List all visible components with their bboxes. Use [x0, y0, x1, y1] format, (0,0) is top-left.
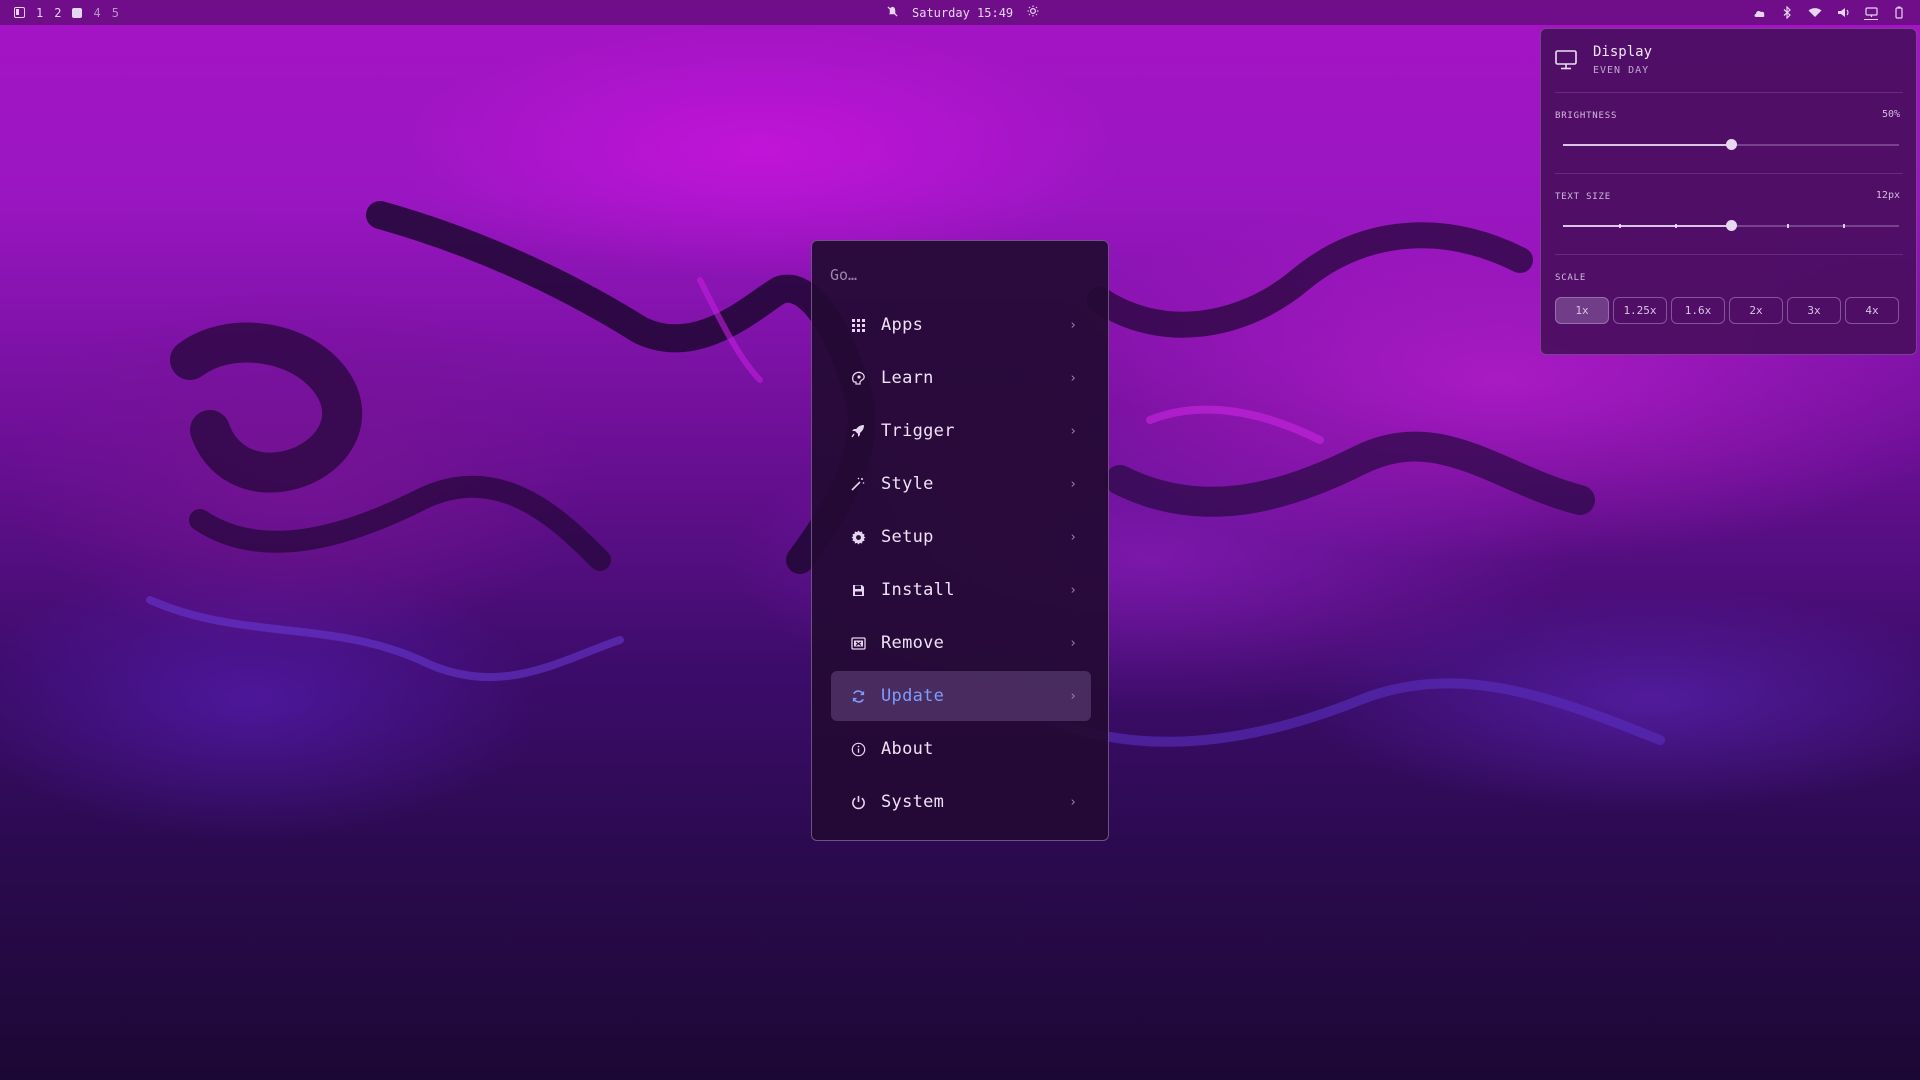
- workspace-4[interactable]: 4: [93, 6, 100, 20]
- text-size-slider[interactable]: [1563, 220, 1899, 231]
- bluetooth-icon[interactable]: [1780, 6, 1794, 20]
- chevron-right-icon: ›: [1069, 635, 1077, 651]
- clock-area[interactable]: Saturday 15:49: [887, 0, 1039, 25]
- workspace-5[interactable]: 5: [112, 6, 119, 20]
- display-icon[interactable]: [1864, 5, 1878, 20]
- chevron-right-icon: ›: [1069, 476, 1077, 492]
- refresh-icon: [850, 688, 866, 704]
- power-icon: [850, 794, 866, 810]
- text-size-tick: [1675, 224, 1677, 228]
- menu-item-apps[interactable]: Apps ›: [831, 300, 1091, 350]
- scale-label: SCALE: [1555, 273, 1587, 283]
- menu-item-label: Update: [881, 686, 945, 706]
- text-size-slider-fill: [1563, 225, 1731, 227]
- brightness-label: BRIGHTNESS: [1555, 111, 1618, 121]
- chevron-right-icon: ›: [1069, 370, 1077, 386]
- menu-item-about[interactable]: About: [831, 724, 1091, 774]
- menu-item-label: Learn: [881, 368, 934, 388]
- chevron-right-icon: ›: [1069, 423, 1077, 439]
- clock-text: Saturday 15:49: [912, 5, 1014, 20]
- menu-item-remove[interactable]: Remove ›: [831, 618, 1091, 668]
- panel-title: Display: [1593, 44, 1653, 60]
- menu-item-label: Setup: [881, 527, 934, 547]
- menu-item-install[interactable]: Install ›: [831, 565, 1091, 615]
- menu-item-trigger[interactable]: Trigger ›: [831, 406, 1091, 456]
- text-size-tick: [1731, 224, 1733, 228]
- brightness-value: 50%: [1881, 109, 1900, 120]
- system-tray: [1752, 0, 1906, 25]
- menu-item-label: Remove: [881, 633, 945, 653]
- grid-icon: [850, 317, 866, 333]
- menu-item-learn[interactable]: Learn ›: [831, 353, 1091, 403]
- magic-wand-icon: [850, 476, 866, 492]
- text-size-tick: [1787, 224, 1789, 228]
- learn-icon: [850, 370, 866, 386]
- scale-option[interactable]: 4x: [1845, 297, 1899, 324]
- gear-icon: [850, 529, 866, 545]
- info-icon: [850, 741, 866, 757]
- chevron-right-icon: ›: [1069, 688, 1077, 704]
- display-panel: Display EVEN DAY BRIGHTNESS 50% TEXT SIZ…: [1540, 28, 1917, 355]
- panel-subtitle: EVEN DAY: [1593, 65, 1650, 76]
- brightness-slider-fill: [1563, 144, 1731, 146]
- save-icon: [850, 582, 866, 598]
- workspace-1[interactable]: 1: [36, 6, 43, 20]
- top-bar: 1 2 4 5 Saturday 15:49: [0, 0, 1920, 25]
- scale-option[interactable]: 1.25x: [1613, 297, 1667, 324]
- text-size-tick: [1619, 224, 1621, 228]
- search-input[interactable]: Go…: [830, 266, 857, 284]
- volume-icon[interactable]: [1836, 6, 1850, 20]
- menu-item-system[interactable]: System ›: [831, 777, 1091, 827]
- menu-item-label: Apps: [881, 315, 924, 335]
- menu-item-label: Style: [881, 474, 934, 494]
- text-size-value: 12px: [1875, 190, 1900, 201]
- workspace-switcher: 1 2 4 5: [14, 0, 119, 25]
- chevron-right-icon: ›: [1069, 582, 1077, 598]
- text-size-tick: [1843, 224, 1845, 228]
- menu-item-label: System: [881, 792, 945, 812]
- scale-options: 1x 1.25x 1.6x 2x 3x 4x: [1555, 297, 1899, 324]
- scale-option[interactable]: 1.6x: [1671, 297, 1725, 324]
- wifi-icon[interactable]: [1808, 6, 1822, 20]
- menu-item-label: About: [881, 739, 934, 759]
- cloud-icon[interactable]: [1752, 6, 1766, 20]
- monitor-icon: [1555, 50, 1577, 74]
- menu-item-setup[interactable]: Setup ›: [831, 512, 1091, 562]
- rocket-icon: [850, 423, 866, 439]
- workspace-3-active[interactable]: [72, 7, 83, 18]
- menu-item-update[interactable]: Update ›: [831, 671, 1091, 721]
- layout-icon[interactable]: [14, 7, 25, 18]
- scale-option[interactable]: 2x: [1729, 297, 1783, 324]
- divider: [1555, 92, 1903, 93]
- text-size-label: TEXT SIZE: [1555, 192, 1611, 202]
- sun-icon[interactable]: [1027, 5, 1039, 20]
- chevron-right-icon: ›: [1069, 529, 1077, 545]
- brightness-slider[interactable]: [1563, 139, 1899, 150]
- chevron-right-icon: ›: [1069, 794, 1077, 810]
- menu-item-style[interactable]: Style ›: [831, 459, 1091, 509]
- scale-option[interactable]: 3x: [1787, 297, 1841, 324]
- scale-option[interactable]: 1x: [1555, 297, 1609, 324]
- chevron-right-icon: ›: [1069, 317, 1077, 333]
- divider: [1555, 254, 1903, 255]
- battery-icon[interactable]: [1892, 6, 1906, 20]
- brightness-slider-handle[interactable]: [1726, 139, 1737, 150]
- menu-item-label: Trigger: [881, 421, 955, 441]
- workspace-2[interactable]: 2: [54, 6, 61, 20]
- menu-item-label: Install: [881, 580, 955, 600]
- remove-icon: [850, 635, 866, 651]
- launcher-menu: Go… Apps › Learn › Trigger › Style › Set…: [811, 240, 1109, 841]
- divider: [1555, 173, 1903, 174]
- do-not-disturb-icon[interactable]: [887, 5, 898, 20]
